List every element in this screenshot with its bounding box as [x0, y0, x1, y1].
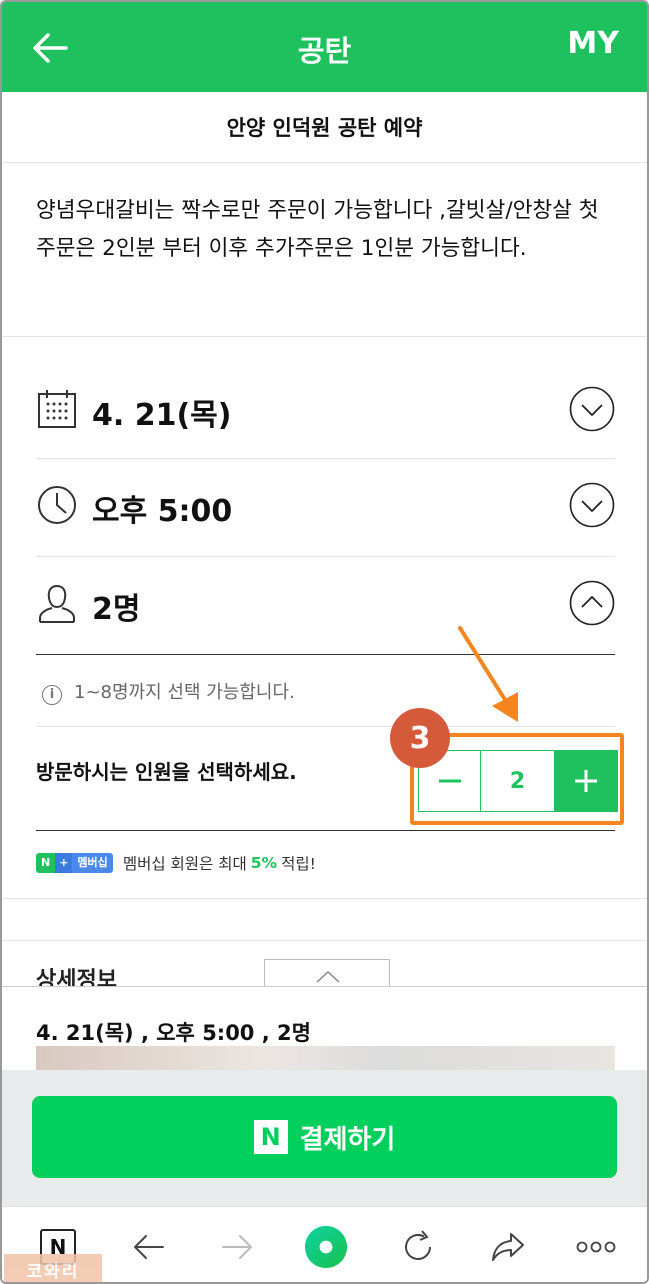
selected-time: 오후 5:00 — [92, 494, 233, 529]
shop-title: 안양 인덕원 공탄 예약 — [226, 116, 423, 140]
more-dots-icon — [576, 1241, 616, 1253]
person-icon — [39, 584, 75, 623]
green-dot-button[interactable] — [304, 1225, 348, 1269]
divider — [36, 830, 615, 831]
annotation-step-badge: 3 — [390, 708, 450, 768]
page-title: 공탄 — [297, 34, 352, 68]
divider — [2, 336, 647, 337]
membership-text-end: 적립! — [281, 855, 316, 873]
selected-people: 2명 — [92, 592, 141, 627]
detail-photo — [36, 1046, 615, 1072]
divider — [2, 162, 647, 163]
refresh-icon — [405, 1230, 431, 1260]
visit-count-label: 방문하시는 인원을 선택하세요. — [36, 760, 297, 784]
naver-pay-logo: N — [253, 1120, 288, 1154]
chevron-up-icon[interactable] — [569, 580, 615, 626]
time-selector[interactable]: 오후 5:00 — [36, 476, 615, 536]
clock-icon — [38, 486, 76, 524]
date-selector[interactable]: 4. 21(목) — [36, 380, 615, 440]
pay-button-label: 결제하기 — [299, 1124, 396, 1155]
divider — [36, 458, 615, 459]
share-arrow-icon — [492, 1233, 524, 1261]
pay-button[interactable]: N 결제하기 — [32, 1096, 617, 1178]
chevron-down-icon[interactable] — [569, 482, 615, 528]
membership-percent: 5% — [250, 854, 278, 872]
detail-section-title: 상세정보 — [36, 968, 117, 988]
green-dot-icon — [304, 1225, 348, 1269]
naver-membership-logo: N + 멤버십 — [36, 853, 113, 873]
divider — [2, 898, 647, 899]
phone-frame: 공탄 MY 안양 인덕원 공탄 예약 양념우대갈비는 짝수로만 주문이 가능합니… — [0, 0, 649, 1284]
chevron-down-icon[interactable] — [569, 386, 615, 432]
calendar-icon — [38, 390, 76, 428]
my-button[interactable]: MY — [567, 26, 619, 61]
forward-arrow-icon — [222, 1235, 252, 1259]
share-button[interactable] — [486, 1225, 530, 1269]
payment-area: N 결제하기 — [2, 1070, 647, 1206]
watermark: 코와리 — [4, 1254, 102, 1282]
back-button[interactable] — [126, 1225, 170, 1269]
forward-button[interactable] — [216, 1225, 260, 1269]
more-button[interactable] — [574, 1225, 618, 1269]
divider — [36, 556, 615, 557]
people-range-info: i 1~8명까지 선택 가능합니다. — [42, 678, 295, 705]
membership-text: 멤버십 회원은 최대 — [122, 855, 247, 873]
top-app-bar: 공탄 MY — [2, 2, 647, 92]
selected-date: 4. 21(목) — [92, 398, 232, 433]
back-arrow-icon — [134, 1235, 164, 1259]
summary-text: 4. 21(목) , 오후 5:00 , 2명 — [36, 1021, 311, 1045]
refresh-button[interactable] — [396, 1225, 440, 1269]
annotation-arrow-icon — [458, 626, 518, 722]
order-notice: 양념우대갈비는 짝수로만 주문이 가능합니다 ,갈빗살/안창살 첫주문은 2인분… — [36, 198, 599, 261]
chevron-up-icon — [316, 970, 340, 983]
info-icon: i — [42, 685, 62, 705]
people-range-text: 1~8명까지 선택 가능합니다. — [74, 682, 295, 703]
divider — [2, 940, 647, 941]
membership-banner: N + 멤버십 멤버십 회원은 최대 5% 적립! — [36, 852, 316, 874]
